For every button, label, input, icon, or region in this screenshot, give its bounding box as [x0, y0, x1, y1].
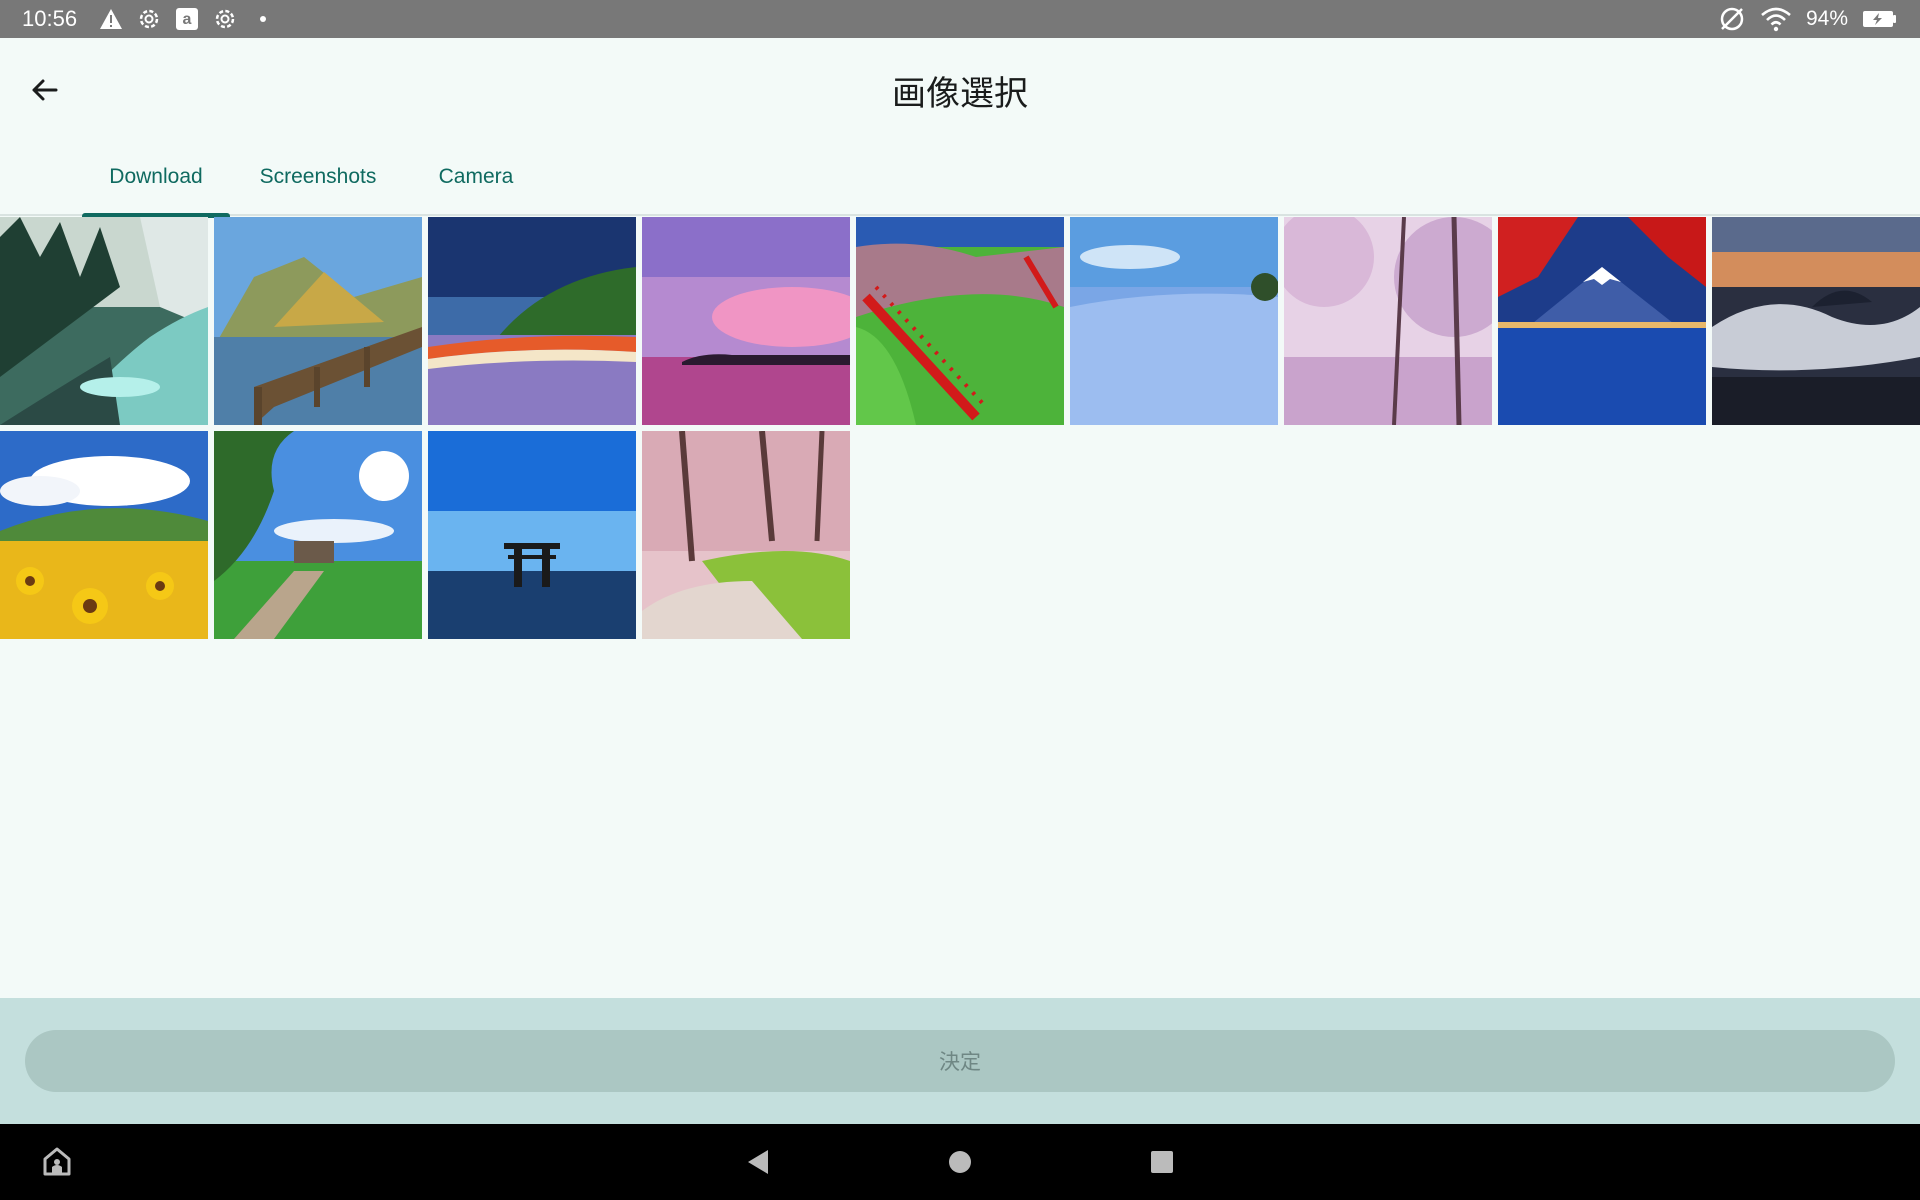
app-bar: 画像選択	[0, 38, 1920, 138]
confirm-label: 決定	[939, 1050, 981, 1074]
status-time: 10:56	[22, 6, 78, 31]
tab-camera[interactable]: Camera	[426, 138, 526, 216]
dot-icon	[250, 6, 276, 32]
image-thumbnail[interactable]	[428, 431, 636, 639]
tab-label: Download	[109, 165, 203, 188]
tab-label: Screenshots	[259, 165, 377, 188]
recents-square-icon[interactable]	[1142, 1142, 1182, 1182]
image-thumbnail[interactable]	[0, 217, 208, 425]
confirm-button[interactable]: 決定	[25, 1030, 1895, 1092]
confirm-area: 決定	[0, 998, 1920, 1124]
image-thumbnail[interactable]	[1284, 217, 1492, 425]
svg-text:a: a	[183, 11, 192, 28]
settings-icon	[212, 6, 238, 32]
navigation-bar	[0, 1124, 1920, 1200]
wifi-icon	[1760, 6, 1792, 32]
page-title: 画像選択	[892, 74, 1028, 114]
image-thumbnail[interactable]	[428, 217, 636, 425]
image-thumbnail[interactable]	[214, 431, 422, 639]
status-left-icons: a	[98, 6, 276, 32]
settings-icon	[136, 6, 162, 32]
back-triangle-icon[interactable]	[738, 1142, 778, 1182]
tab-download[interactable]: Download	[82, 138, 230, 218]
image-thumbnail[interactable]	[642, 431, 850, 639]
home-circle-icon[interactable]	[940, 1142, 980, 1182]
alert-icon	[98, 6, 124, 32]
amazon-icon: a	[174, 6, 200, 32]
image-thumbnail[interactable]	[1712, 217, 1920, 425]
battery-percent: 94%	[1805, 7, 1848, 30]
battery-charging-icon	[1862, 9, 1898, 29]
image-thumbnail[interactable]	[0, 431, 208, 639]
image-thumbnail[interactable]	[1498, 217, 1706, 425]
status-right-icons: 94%	[1718, 5, 1898, 33]
tab-screenshots[interactable]: Screenshots	[248, 138, 388, 216]
status-bar: 10:56 a 94%	[0, 0, 1920, 38]
folder-tabs: Download Screenshots Camera	[0, 138, 1920, 218]
no-sync-icon	[1718, 5, 1746, 33]
image-thumbnail[interactable]	[856, 217, 1064, 425]
home-app-icon[interactable]	[37, 1142, 77, 1182]
tab-label: Camera	[438, 165, 514, 188]
image-thumbnail[interactable]	[214, 217, 422, 425]
image-thumbnail[interactable]	[1070, 217, 1278, 425]
image-thumbnail[interactable]	[642, 217, 850, 425]
